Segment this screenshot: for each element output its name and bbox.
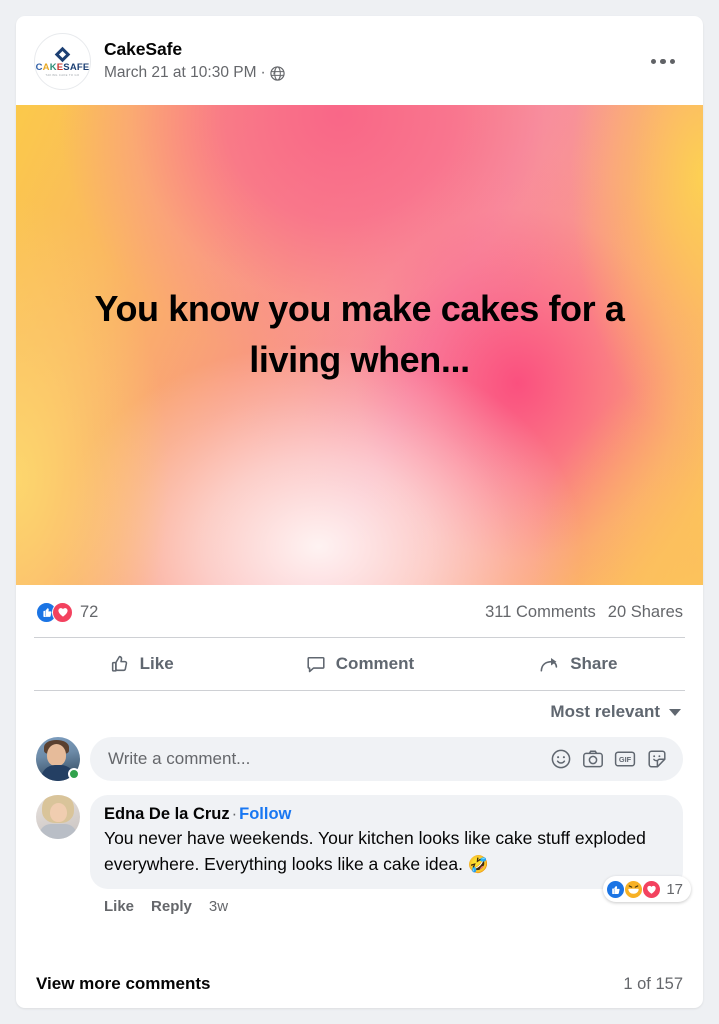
comment-author-name[interactable]: Edna De la Cruz [104,805,230,823]
globe-icon [270,66,285,81]
comment-body: You never have weekends. Your kitchen lo… [104,828,646,875]
logo-diamond-icon [54,46,71,63]
reaction-icon-stack [36,601,73,623]
page-name[interactable]: CakeSafe [104,39,645,61]
sticker-icon[interactable] [645,747,669,771]
composer-icon-group: GIF [549,747,669,771]
share-arrow-icon [540,657,558,672]
cakesafe-logo: CAKESAFE TAKING CAKE TO GO [35,34,90,89]
emoji-icon[interactable] [549,747,573,771]
comment-reply-link[interactable]: Reply [151,898,192,915]
comment-input-placeholder[interactable]: Write a comment... [108,749,547,769]
post-counts: 311 Comments 20 Shares [485,603,683,622]
svg-text:GIF: GIF [619,755,632,764]
comment-author-row: Edna De la Cruz · Follow [104,804,669,825]
logo-tagline: TAKING CAKE TO GO [45,74,80,78]
comment-composer-row: Write a comment... GIF [16,731,703,789]
comment-reaction-pill[interactable]: 17 [603,876,691,903]
comment-author-separator: · [231,805,238,823]
comment-input-box[interactable]: Write a comment... GIF [90,737,683,781]
comment-follow-link[interactable]: Follow [239,805,291,823]
comments-count[interactable]: 311 Comments [485,603,596,622]
comment-button-label: Comment [335,654,415,673]
page-avatar[interactable]: CAKESAFE TAKING CAKE TO GO [34,33,91,90]
post-reactions-summary[interactable]: 72 [36,601,99,623]
current-user-avatar[interactable] [36,737,80,781]
haha-icon [624,879,644,899]
post-timestamp[interactable]: March 21 at 10:30 PM [104,63,257,83]
post-image-text: You know you make cakes for a living whe… [94,288,625,381]
comment-timestamp[interactable]: 3w [209,898,228,915]
chevron-down-icon [669,708,681,716]
post-meta: March 21 at 10:30 PM · [104,63,645,83]
comments-footer: View more comments 1 of 157 [16,964,703,1008]
facebook-post-card: CAKESAFE TAKING CAKE TO GO CakeSafe Marc… [16,16,703,1008]
logo-letters-safe: SAFE [63,61,90,73]
reaction-count: 72 [80,602,99,621]
comment-item: Edna De la Cruz · Follow You never have we… [16,789,703,915]
meta-separator: · [260,64,266,82]
share-button-label: Share [570,654,618,673]
comment-like-link[interactable]: Like [104,898,134,915]
page-background: CAKESAFE TAKING CAKE TO GO CakeSafe Marc… [0,0,719,1024]
comment-bubble-icon [307,656,325,673]
post-header-text: CakeSafe March 21 at 10:30 PM · [104,39,645,83]
comment-emoji: 🤣 [467,855,489,875]
comment-bubble: Edna De la Cruz · Follow You never have we… [90,795,691,903]
post-image[interactable]: You know you make cakes for a living whe… [16,105,703,585]
share-button[interactable]: Share [469,642,687,686]
logo-letter-c: C [35,61,43,73]
comment-button[interactable]: Comment [250,642,468,686]
online-status-indicator [68,768,80,780]
ellipsis-dot-3 [669,58,676,65]
comment-reaction-count: 17 [666,880,683,898]
commenter-avatar[interactable] [36,795,80,839]
thumbs-up-icon [111,655,127,672]
post-header: CAKESAFE TAKING CAKE TO GO CakeSafe Marc… [16,16,703,105]
post-stats-row: 72 311 Comments 20 Shares [16,585,703,637]
commenter-avatar-face [50,803,67,822]
logo-wordmark: CAKESAFE [36,63,90,73]
love-icon [52,601,73,623]
love-icon [642,879,662,899]
like-button-label: Like [139,654,174,673]
comment-sort-dropdown[interactable]: Most relevant [550,702,681,722]
shares-count[interactable]: 20 Shares [608,603,683,622]
like-button[interactable]: Like [32,642,250,686]
post-more-options-button[interactable] [645,44,681,80]
logo-letter-a: A [42,61,50,73]
comment-sort-label: Most relevant [550,702,660,721]
avatar-face [47,744,66,766]
comments-pagination: 1 of 157 [623,974,683,993]
comment-sort-row: Most relevant [16,691,703,731]
like-icon [606,879,626,899]
comment-actions-row: Like Reply 3w [90,889,683,915]
post-action-bar: Like Comment Share [16,638,703,690]
ellipsis-dot-2 [660,58,666,65]
commenter-avatar-shirt [39,824,77,839]
comment-content: Edna De la Cruz · Follow You never have we… [90,795,691,915]
view-more-comments-link[interactable]: View more comments [36,974,210,994]
comment-text: You never have weekends. Your kitchen lo… [104,826,669,878]
ellipsis-dot-1 [650,58,657,65]
camera-icon[interactable] [581,747,605,771]
logo-letter-k: K [49,61,57,73]
gif-icon[interactable]: GIF [613,747,637,771]
